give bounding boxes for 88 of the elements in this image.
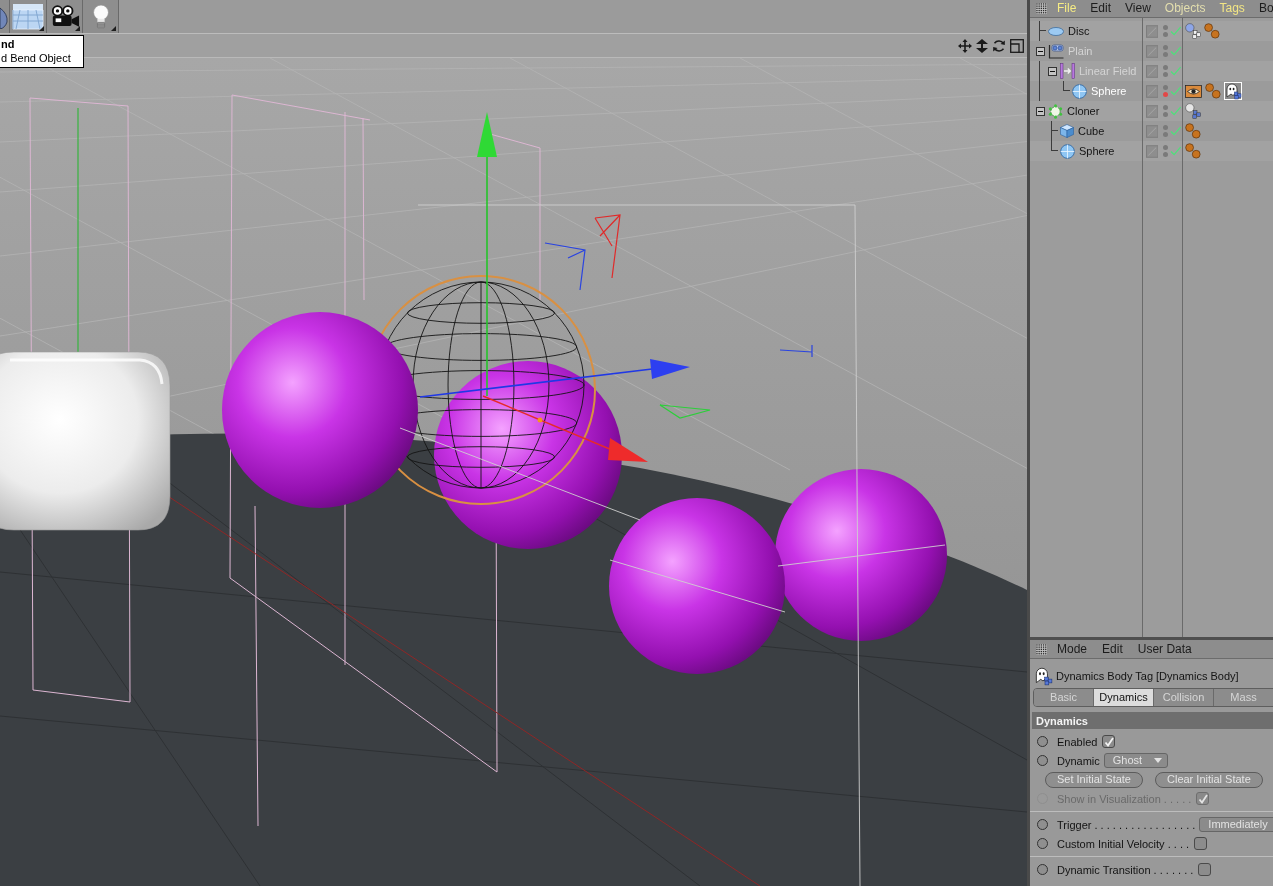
origin-point (537, 417, 543, 423)
collapse-toggle[interactable] (1047, 66, 1057, 76)
check-icon[interactable] (1170, 86, 1182, 96)
object-name[interactable]: Sphere (1079, 144, 1115, 158)
sphere-icon (1060, 143, 1075, 159)
dropdown[interactable]: Ghost (1103, 753, 1168, 768)
object-row[interactable]: Disc (1030, 21, 1273, 41)
object-name[interactable]: Cloner (1067, 104, 1100, 118)
section-title: Dynamics (1036, 713, 1088, 728)
check-icon[interactable] (1170, 26, 1182, 36)
floor-icon (12, 3, 44, 30)
balls-tag-icon[interactable] (1185, 143, 1201, 159)
layer-box-icon[interactable] (1146, 84, 1159, 98)
ball-cubes-tag-icon[interactable] (1185, 103, 1201, 119)
tooltip-title: nd (1, 38, 16, 51)
object-name[interactable]: Cube (1078, 124, 1105, 138)
tab[interactable]: Basic (1034, 689, 1094, 706)
field-label: Enabled (1057, 734, 1098, 749)
cloner-icon (1048, 103, 1063, 119)
collapse-toggle[interactable] (1035, 106, 1045, 116)
check-icon[interactable] (1170, 106, 1182, 116)
grip-icon[interactable] (1036, 3, 1047, 14)
menu-item[interactable]: View (1125, 1, 1151, 16)
layer-box-icon[interactable] (1146, 64, 1159, 78)
object-name[interactable]: Plain (1068, 44, 1093, 58)
balls-tag-icon[interactable] (1185, 123, 1201, 139)
corner-triangle-icon (111, 26, 116, 31)
corner-triangle-icon (75, 26, 80, 31)
disc-icon (1048, 26, 1064, 36)
check-icon[interactable] (1170, 66, 1182, 76)
menu-item[interactable]: Objects (1164, 1, 1206, 16)
dropdown[interactable]: Immediately (1199, 817, 1273, 832)
action-button[interactable]: Clear Initial State (1155, 771, 1263, 788)
plain-effector-icon (1048, 43, 1064, 59)
tab[interactable]: Collision (1154, 689, 1214, 706)
caret-icon (1153, 758, 1162, 763)
sphere-icon (1072, 83, 1087, 99)
vertical-arrows-icon[interactable] (976, 38, 988, 53)
checkbox[interactable] (1198, 863, 1212, 876)
menu-item[interactable]: Mode (1057, 641, 1088, 657)
rotate-icon[interactable] (992, 38, 1006, 53)
ghost-tag-icon (1033, 665, 1053, 686)
guide-line (779, 344, 813, 358)
small-axis-marker (659, 404, 711, 419)
balls-tag-icon[interactable] (1204, 23, 1220, 39)
tab[interactable]: Mass (1214, 689, 1273, 706)
collapse-toggle[interactable] (1035, 46, 1045, 56)
menu-item[interactable]: Edit (1102, 641, 1123, 657)
check-icon[interactable] (1170, 126, 1182, 136)
corner-triangle-icon (39, 26, 44, 31)
checkbox[interactable] (1102, 735, 1116, 748)
layer-box-icon[interactable] (1146, 44, 1159, 58)
menu-item[interactable]: User Data (1137, 641, 1192, 657)
tab[interactable]: Dynamics (1094, 689, 1154, 706)
layer-box-icon[interactable] (1146, 104, 1159, 118)
floor-tool-button[interactable] (10, 0, 47, 33)
ghost-tag-icon[interactable] (1224, 82, 1242, 100)
field-label: Custom Initial Velocity . . . . (1057, 836, 1190, 851)
ball-cubes-tag-icon[interactable] (1185, 23, 1201, 39)
camera-icon (49, 5, 80, 28)
layer-box-icon[interactable] (1146, 144, 1159, 158)
object-name[interactable]: Disc (1068, 24, 1090, 38)
menu-item[interactable]: Edit (1090, 1, 1112, 16)
menu-item[interactable]: File (1057, 1, 1077, 16)
linear-field-icon (1060, 63, 1075, 79)
object-row[interactable]: Cloner (1030, 101, 1273, 121)
menu-item[interactable]: Bo (1258, 1, 1273, 16)
object-row[interactable]: Sphere (1030, 141, 1273, 161)
tag-title: Dynamics Body Tag [Dynamics Body] (1056, 668, 1239, 683)
check-icon[interactable] (1170, 146, 1182, 156)
cube-icon (1060, 124, 1074, 138)
layer-box-icon[interactable] (1146, 24, 1159, 38)
eye-tag-icon[interactable] (1185, 84, 1202, 98)
tooltip-text: d Bend Object (1, 51, 72, 65)
field-label: Trigger . . . . . . . . . . . . . . . . . (1057, 817, 1196, 832)
action-button[interactable]: Set Initial State (1045, 771, 1143, 788)
object-name[interactable]: Sphere (1091, 84, 1127, 98)
check-icon[interactable] (1170, 46, 1182, 56)
menu-item[interactable]: Tags (1219, 1, 1245, 16)
field-label: Dynamic (1057, 753, 1100, 768)
layer-box-icon[interactable] (1146, 124, 1159, 138)
grip-icon[interactable] (1036, 643, 1047, 655)
move-icon[interactable] (958, 38, 972, 53)
tool-button[interactable] (0, 0, 10, 33)
window-layout-icon[interactable] (1010, 38, 1024, 53)
light-bulb-icon (91, 3, 110, 30)
field-label: Dynamic Transition . . . . . . . (1057, 862, 1194, 877)
checkbox[interactable] (1194, 837, 1208, 850)
